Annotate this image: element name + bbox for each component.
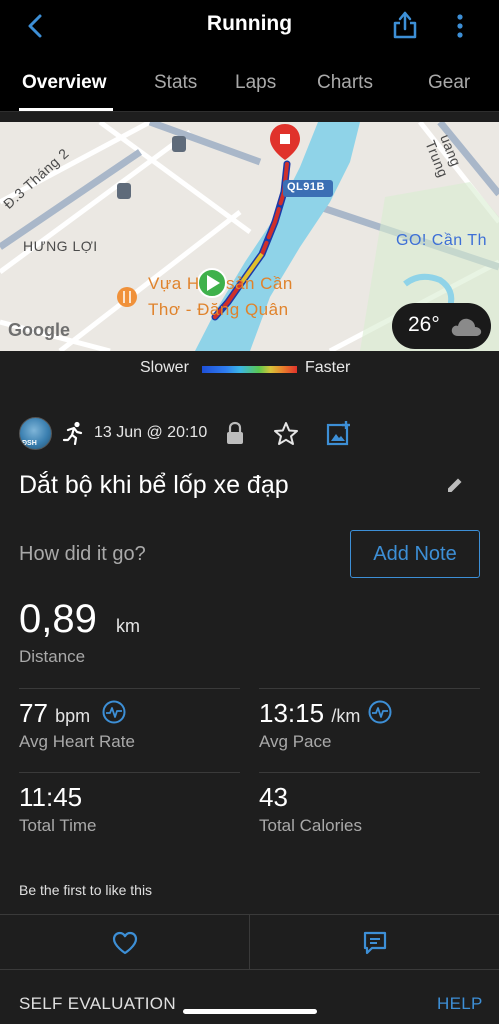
map-restaurant-label-b: sản Cần: [226, 274, 293, 293]
distance-unit: km: [116, 616, 140, 636]
pace-zone-icon[interactable]: [368, 700, 392, 724]
heart-rate-stat: 77 bpm: [19, 698, 90, 729]
tab-gear[interactable]: Gear: [428, 72, 470, 94]
top-bar: Running: [0, 0, 499, 52]
tab-charts[interactable]: Charts: [317, 72, 373, 94]
pace-unit: /km: [331, 706, 361, 726]
divider: [259, 688, 480, 689]
total-calories-value: 43: [259, 782, 288, 812]
tab-laps[interactable]: Laps: [235, 72, 276, 94]
lock-icon[interactable]: [225, 421, 245, 445]
heart-icon[interactable]: [112, 931, 138, 955]
pace-value: 13:15: [259, 698, 325, 728]
star-icon[interactable]: [273, 421, 299, 447]
legend-slower: Slower: [140, 359, 189, 376]
distance-value: 0,89: [19, 597, 97, 641]
avatar[interactable]: ĐSH: [19, 417, 52, 450]
total-time-label: Total Time: [19, 816, 97, 835]
map-district-label: HƯNG LỢI: [23, 238, 98, 254]
heart-rate-unit: bpm: [55, 706, 91, 726]
action-separator: [249, 915, 250, 970]
tab-bar: Overview Stats Laps Charts Gear: [0, 52, 499, 112]
weather-badge: 26°: [392, 303, 491, 349]
pace-legend: Slower Faster: [0, 352, 499, 384]
route-map[interactable]: Đ.3 Tháng 2 HƯNG LỢI QL91B GO! Cần Th ua…: [0, 122, 499, 351]
cloud-icon: [451, 318, 482, 336]
pace-stat: 13:15 /km: [259, 698, 360, 729]
home-indicator[interactable]: [183, 1009, 317, 1014]
heart-rate-label: Avg Heart Rate: [19, 732, 135, 751]
legend-faster: Faster: [305, 359, 351, 376]
road-badge-label: QL91B: [287, 181, 325, 193]
divider: [259, 772, 480, 773]
add-photo-icon[interactable]: [326, 420, 352, 446]
share-icon[interactable]: [392, 10, 418, 40]
running-icon: [62, 421, 83, 445]
tab-overview[interactable]: Overview: [22, 72, 107, 94]
help-link[interactable]: HELP: [437, 994, 483, 1014]
google-logo: Google: [8, 320, 70, 340]
activity-date: 13 Jun @ 20:10: [94, 424, 208, 441]
pencil-icon[interactable]: [445, 475, 465, 495]
map-restaurant-label-2: Thơ - Đăng Quân: [148, 300, 289, 319]
total-calories-label: Total Calories: [259, 816, 362, 835]
like-prompt: Be the first to like this: [19, 882, 153, 898]
total-time-value: 11:45: [19, 782, 83, 812]
activity-title: Dắt bộ khi bể lốp xe đạp: [19, 471, 289, 499]
social-action-bar: [0, 914, 499, 970]
page-title: Running: [206, 12, 293, 35]
more-vertical-icon[interactable]: [452, 12, 468, 40]
pace-gradient-bar: [202, 366, 297, 373]
map-store-label: GO! Cần Th: [396, 232, 487, 249]
self-evaluation-heading: SELF EVALUATION: [19, 994, 176, 1013]
how-did-it-go-prompt: How did it go?: [19, 543, 146, 565]
pace-label: Avg Pace: [259, 732, 332, 751]
heart-rate-zone-icon[interactable]: [102, 700, 126, 724]
avatar-initials: ĐSH: [22, 440, 37, 447]
divider: [19, 688, 240, 689]
map-restaurant-label: Vựa H: [148, 274, 200, 293]
add-note-button[interactable]: Add Note: [350, 530, 480, 578]
weather-temperature: 26°: [408, 313, 440, 336]
tab-stats[interactable]: Stats: [154, 72, 197, 94]
distance-label: Distance: [19, 647, 86, 666]
heart-rate-value: 77: [19, 698, 48, 728]
divider: [19, 772, 240, 773]
comment-icon[interactable]: [362, 930, 388, 956]
active-tab-indicator: [19, 108, 113, 111]
